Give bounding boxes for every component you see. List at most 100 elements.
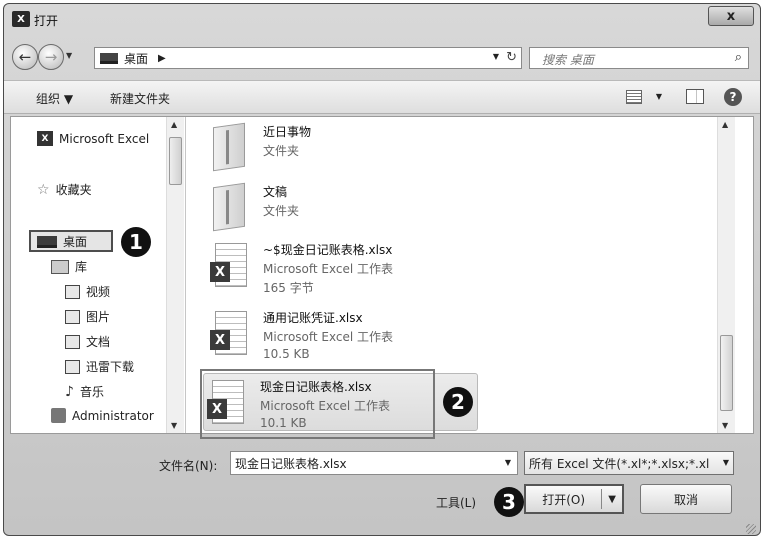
- file-size: 10.5 KB: [263, 347, 310, 361]
- video-icon: [65, 284, 80, 299]
- file-list: 近日事物 文件夹 文稿 文件夹 X ~$现金日记账表格.xlsx Microso…: [187, 117, 735, 439]
- list-item[interactable]: X 通用记账凭证.xlsx Microsoft Excel 工作表 10.5 K…: [207, 305, 477, 367]
- file-type: 文件夹: [263, 144, 300, 158]
- back-arrow-icon: ←: [18, 48, 32, 66]
- cancel-button[interactable]: 取消: [640, 484, 732, 514]
- sidebar-item-label: 文档: [86, 335, 111, 349]
- step-marker-2: 2: [443, 387, 473, 417]
- desktop-icon: [37, 235, 57, 248]
- view-dropdown-icon[interactable]: ▼: [656, 92, 662, 101]
- scrollbar-thumb[interactable]: [720, 335, 733, 411]
- search-icon[interactable]: ⌕: [735, 50, 742, 65]
- scroll-down-icon[interactable]: ▼: [171, 421, 177, 430]
- scroll-down-icon[interactable]: ▼: [722, 421, 728, 430]
- folder-icon: [211, 122, 251, 173]
- history-dropdown-icon[interactable]: ▼: [66, 51, 72, 60]
- excel-icon: X: [37, 131, 53, 146]
- address-path[interactable]: 桌面: [124, 50, 148, 67]
- download-icon: [65, 359, 80, 374]
- file-name: 通用记账凭证.xlsx: [263, 311, 363, 325]
- list-item[interactable]: 文稿 文件夹: [207, 179, 477, 241]
- file-type-dropdown-icon[interactable]: ▼: [723, 458, 729, 467]
- navigation-bar: ← → ▼ 桌面 ▶ ▼ ↻ 搜索 桌面 ⌕: [4, 40, 760, 78]
- back-button[interactable]: ←: [12, 44, 38, 70]
- tools-menu[interactable]: 工具(L): [436, 494, 476, 511]
- file-type: Microsoft Excel 工作表: [263, 330, 394, 344]
- sidebar-item-desktop[interactable]: 桌面: [37, 233, 87, 250]
- command-toolbar: 组织 ▼ 新建文件夹 ▼ ?: [4, 80, 760, 114]
- excel-file-icon: X: [210, 241, 251, 291]
- sidebar-item-label: 桌面: [63, 235, 88, 249]
- sidebar-item-favorites[interactable]: ☆ 收藏夹: [37, 181, 92, 198]
- navigation-pane: X Microsoft Excel ☆ 收藏夹 桌面 1 库 视频 图片 文档 …: [11, 117, 186, 433]
- file-type: 文件夹: [263, 204, 300, 218]
- user-icon: [51, 408, 66, 423]
- search-box[interactable]: 搜索 桌面 ⌕: [529, 47, 749, 69]
- file-name: 近日事物: [263, 125, 312, 139]
- search-input[interactable]: 搜索 桌面: [542, 51, 594, 68]
- browser-content: X Microsoft Excel ☆ 收藏夹 桌面 1 库 视频 图片 文档 …: [10, 116, 754, 439]
- file-list-scrollbar[interactable]: ▲ ▼: [717, 117, 735, 433]
- sidebar-item-library[interactable]: 库: [51, 258, 87, 275]
- open-dropdown-icon[interactable]: ▼: [602, 494, 622, 505]
- scrollbar-thumb[interactable]: [169, 137, 182, 185]
- sidebar-item-documents[interactable]: 文档: [65, 333, 110, 350]
- music-icon: ♪: [65, 383, 74, 400]
- path-chevron-icon[interactable]: ▶: [158, 53, 166, 64]
- help-icon[interactable]: ?: [724, 88, 742, 106]
- change-view-icon[interactable]: [626, 90, 642, 104]
- filename-dropdown-icon[interactable]: ▼: [505, 458, 511, 467]
- sidebar-item-label: 迅雷下载: [86, 360, 135, 374]
- star-icon: ☆: [37, 181, 50, 198]
- address-bar[interactable]: 桌面 ▶ ▼ ↻: [94, 47, 522, 69]
- sidebar-item-label: 音乐: [79, 385, 104, 399]
- sidebar-item-label: 图片: [86, 310, 111, 324]
- window-title: 打开: [34, 14, 59, 28]
- sidebar-item-pictures[interactable]: 图片: [65, 308, 110, 325]
- sidebar-item-label: 视频: [86, 285, 111, 299]
- file-type-select[interactable]: 所有 Excel 文件(*.xl*;*.xlsx;*.xl ▼: [524, 451, 734, 475]
- forward-arrow-icon: →: [44, 48, 58, 66]
- file-type-value[interactable]: 所有 Excel 文件(*.xl*;*.xlsx;*.xl: [529, 455, 709, 472]
- list-item[interactable]: 近日事物 文件夹: [207, 119, 477, 181]
- file-name: ~$现金日记账表格.xlsx: [263, 243, 393, 257]
- sidebar-item-video[interactable]: 视频: [65, 283, 110, 300]
- scroll-up-icon[interactable]: ▲: [722, 120, 728, 129]
- selection-highlight-box: [200, 369, 435, 439]
- document-icon: [65, 334, 80, 349]
- open-button-label[interactable]: 打开(O): [526, 491, 601, 508]
- sidebar-item-microsoft-excel[interactable]: X Microsoft Excel: [37, 131, 149, 146]
- sidebar-item-label: 库: [75, 260, 88, 274]
- excel-app-icon: X: [12, 11, 30, 27]
- preview-pane-icon[interactable]: [686, 89, 704, 104]
- folder-icon: [211, 182, 251, 233]
- desktop-icon: [100, 52, 118, 64]
- resize-grip-icon[interactable]: [746, 524, 756, 534]
- scroll-up-icon[interactable]: ▲: [171, 120, 177, 129]
- new-folder-button[interactable]: 新建文件夹: [110, 90, 170, 107]
- sidebar-item-label: 收藏夹: [55, 183, 92, 197]
- list-item[interactable]: X ~$现金日记账表格.xlsx Microsoft Excel 工作表 165…: [207, 237, 477, 299]
- filename-field[interactable]: 现金日记账表格.xlsx ▼: [230, 451, 518, 475]
- open-button[interactable]: 打开(O) ▼: [524, 484, 624, 514]
- sidebar-item-label: Microsoft Excel: [59, 131, 150, 146]
- excel-file-icon: X: [210, 309, 251, 359]
- sidebar-item-administrator[interactable]: Administrator: [51, 408, 154, 423]
- picture-icon: [65, 309, 80, 324]
- library-icon: [51, 259, 69, 274]
- navigation-scrollbar[interactable]: ▲ ▼: [166, 117, 184, 433]
- open-file-dialog: X 打开 x ← → ▼ 桌面 ▶ ▼ ↻ 搜索 桌面 ⌕ 组织 ▼ 新建文件夹…: [3, 3, 761, 536]
- file-size: 165 字节: [263, 281, 314, 295]
- sidebar-item-music[interactable]: ♪ 音乐: [65, 383, 104, 400]
- address-dropdown-icon[interactable]: ▼: [493, 52, 499, 61]
- forward-button[interactable]: →: [38, 44, 64, 70]
- title-bar[interactable]: X 打开 x: [4, 4, 760, 34]
- sidebar-item-xunlei-downloads[interactable]: 迅雷下载: [65, 358, 134, 375]
- filename-value[interactable]: 现金日记账表格.xlsx: [235, 455, 347, 472]
- organize-button[interactable]: 组织 ▼: [36, 90, 73, 107]
- close-button[interactable]: x: [708, 6, 754, 26]
- file-name: 文稿: [263, 185, 288, 199]
- refresh-icon[interactable]: ↻: [506, 50, 517, 65]
- sidebar-item-label: Administrator: [72, 408, 154, 423]
- filename-label: 文件名(N):: [159, 459, 218, 473]
